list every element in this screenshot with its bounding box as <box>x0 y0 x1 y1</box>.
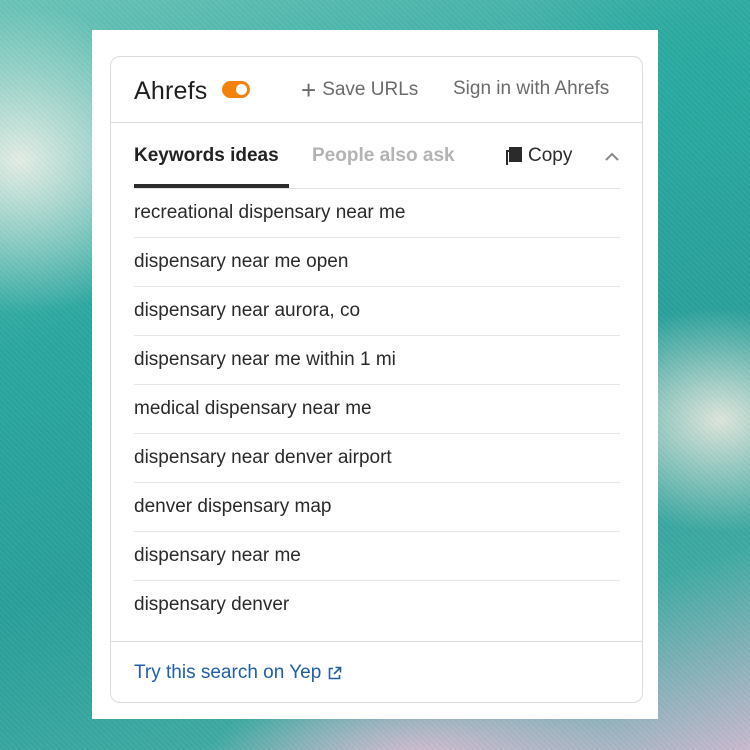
copy-icon <box>506 147 522 165</box>
plus-icon: + <box>301 75 317 105</box>
ahrefs-widget: Ahrefs + Save URLs Sign in with Ahrefs K… <box>110 56 643 703</box>
tab-people-also-ask[interactable]: People also ask <box>312 145 455 167</box>
tabs-bar: Keywords ideas People also ask Copy <box>134 123 620 189</box>
list-item[interactable]: dispensary denver <box>134 581 620 630</box>
sign-in-link[interactable]: Sign in with Ahrefs <box>453 78 609 100</box>
external-link-icon <box>328 666 342 679</box>
widget-footer: Try this search on Yep <box>111 641 642 703</box>
save-urls-label: Save URLs <box>322 79 419 100</box>
list-item[interactable]: recreational dispensary near me <box>134 189 620 238</box>
keyword-list: recreational dispensary near me dispensa… <box>134 189 620 630</box>
list-item[interactable]: dispensary near aurora, co <box>134 287 620 336</box>
chevron-up-icon[interactable] <box>604 149 620 165</box>
active-tab-indicator <box>134 184 289 188</box>
tab-keywords-ideas[interactable]: Keywords ideas <box>134 145 279 167</box>
try-yep-link[interactable]: Try this search on Yep <box>134 662 342 684</box>
list-item[interactable]: dispensary near me within 1 mi <box>134 336 620 385</box>
extension-toggle[interactable] <box>222 81 250 98</box>
widget-header: Ahrefs + Save URLs Sign in with Ahrefs <box>111 57 642 123</box>
toggle-knob <box>236 84 247 95</box>
list-item[interactable]: denver dispensary map <box>134 483 620 532</box>
save-urls-button[interactable]: + Save URLs <box>301 77 418 103</box>
try-yep-label: Try this search on Yep <box>134 662 322 683</box>
list-item[interactable]: medical dispensary near me <box>134 385 620 434</box>
copy-button[interactable]: Copy <box>506 145 572 167</box>
brand-name: Ahrefs <box>134 77 208 105</box>
list-item[interactable]: dispensary near denver airport <box>134 434 620 483</box>
list-item[interactable]: dispensary near me open <box>134 238 620 287</box>
list-item[interactable]: dispensary near me <box>134 532 620 581</box>
copy-label: Copy <box>528 145 573 166</box>
